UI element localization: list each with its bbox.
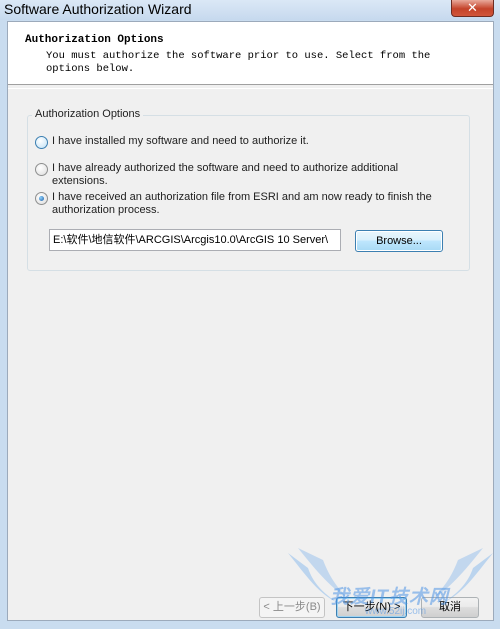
option-authorize-extensions[interactable]: I have already authorized the software a…	[35, 162, 447, 188]
radio-button-selected[interactable]	[35, 192, 48, 205]
browse-button[interactable]: Browse...	[355, 230, 443, 252]
header-description: You must authorize the software prior to…	[46, 50, 431, 75]
radio-button[interactable]	[35, 136, 48, 149]
option-finish-authorization[interactable]: I have received an authorization file fr…	[35, 191, 447, 217]
header-title: Authorization Options	[25, 34, 164, 46]
close-icon: ✕	[467, 0, 478, 15]
header-divider	[8, 88, 493, 89]
option-label: I have installed my software and need to…	[52, 135, 309, 147]
window-title: Software Authorization Wizard	[4, 1, 192, 17]
radio-dot-icon	[39, 196, 44, 201]
option-label: I have received an authorization file fr…	[52, 191, 432, 216]
wizard-body: Authorization Options You must authorize…	[7, 21, 494, 621]
title-bar[interactable]: Software Authorization Wizard ✕	[0, 0, 500, 20]
next-button[interactable]: 下一步(N) >	[336, 597, 407, 618]
back-button[interactable]: < 上一步(B)	[259, 597, 325, 618]
option-label: I have already authorized the software a…	[52, 162, 399, 187]
radio-button[interactable]	[35, 163, 48, 176]
option-install-authorize[interactable]: I have installed my software and need to…	[35, 135, 447, 149]
close-button[interactable]: ✕	[451, 0, 494, 17]
group-label: Authorization Options	[32, 108, 144, 120]
authorization-file-path-input[interactable]: E:\软件\地信软件\ARCGIS\Arcgis10.0\ArcGIS 10 S…	[49, 229, 341, 251]
cancel-button[interactable]: 取消	[421, 597, 479, 618]
wizard-header: Authorization Options You must authorize…	[8, 22, 493, 85]
